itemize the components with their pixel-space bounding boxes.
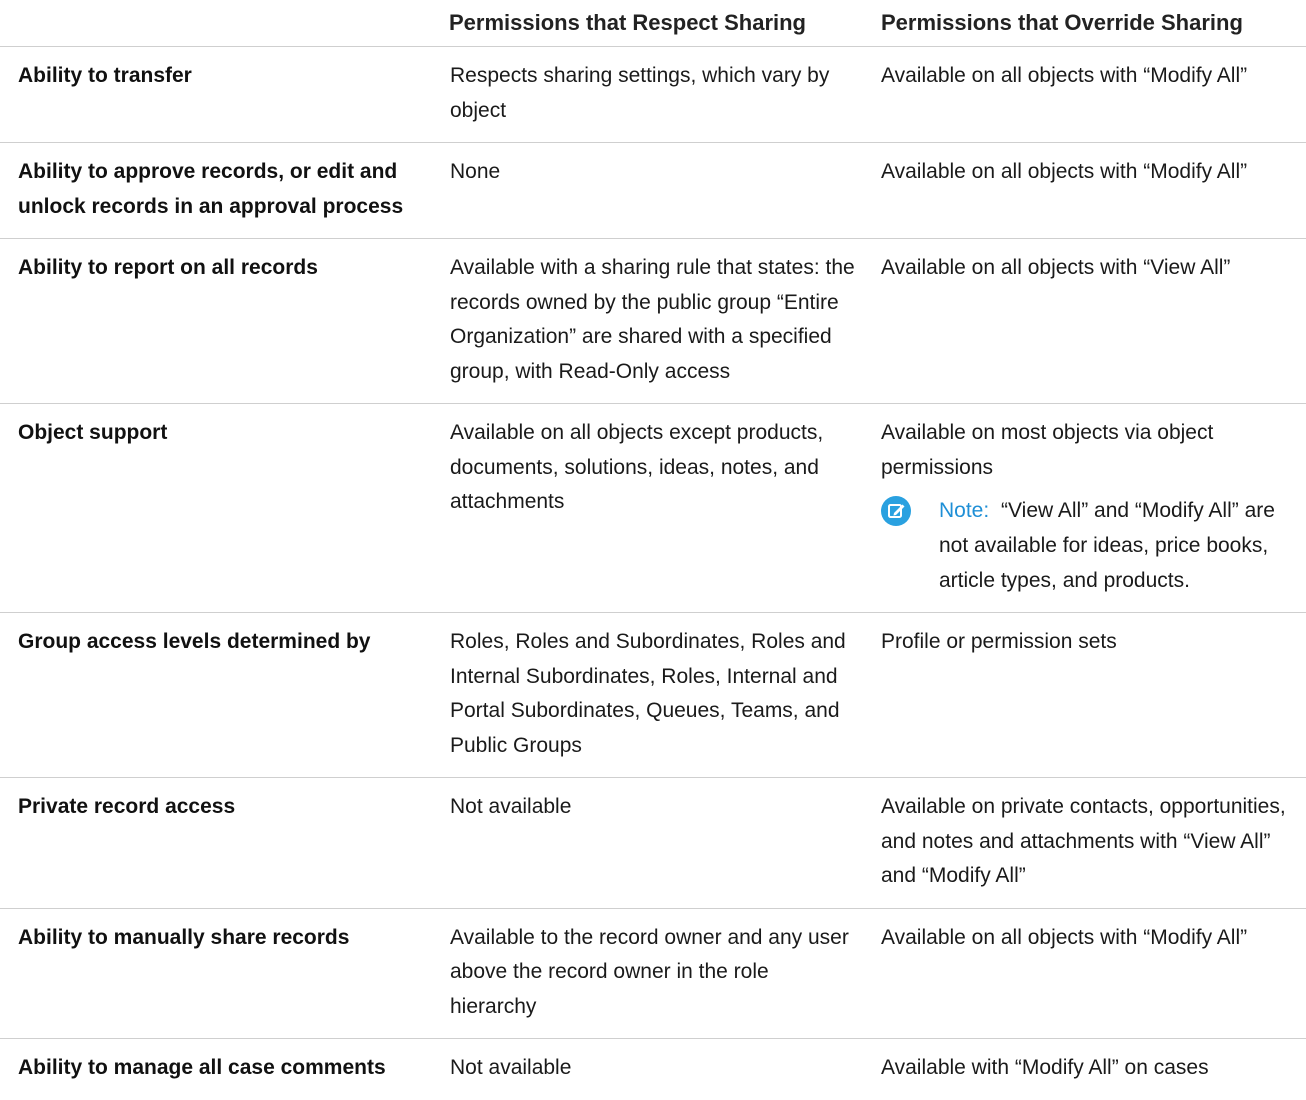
permissions-comparison-table: Permissions that Respect Sharing Permiss… bbox=[0, 0, 1306, 1100]
row-feature: Group access levels determined by bbox=[0, 612, 432, 778]
row-respect: Available to the record owner and any us… bbox=[432, 908, 864, 1039]
row-override: Available on most objects via object per… bbox=[881, 421, 1214, 479]
row-feature: Object support bbox=[0, 403, 432, 613]
table-row: Ability to manage all case comments Not … bbox=[0, 1039, 1306, 1100]
row-feature: Ability to approve records, or edit and … bbox=[0, 142, 432, 239]
row-override: Available on all objects with “View All” bbox=[864, 238, 1306, 404]
row-feature: Ability to manually share records bbox=[0, 908, 432, 1039]
note-text: “View All” and “Modify All” are not avai… bbox=[939, 499, 1275, 592]
row-feature: Ability to transfer bbox=[0, 46, 432, 143]
row-respect: None bbox=[432, 142, 864, 239]
header-respect-sharing: Permissions that Respect Sharing bbox=[432, 0, 864, 47]
row-feature: Private record access bbox=[0, 777, 432, 909]
row-override: Available on all objects with “Modify Al… bbox=[864, 46, 1306, 143]
table-row: Private record access Not available Avai… bbox=[0, 777, 1306, 909]
table-row: Group access levels determined by Roles,… bbox=[0, 612, 1306, 778]
table-row: Ability to transfer Respects sharing set… bbox=[0, 46, 1306, 143]
table-row: Object support Available on all objects … bbox=[0, 403, 1306, 613]
row-respect: Available with a sharing rule that state… bbox=[432, 238, 864, 404]
row-feature: Ability to report on all records bbox=[0, 238, 432, 404]
table-body: Ability to transfer Respects sharing set… bbox=[0, 46, 1306, 1100]
row-respect: Not available bbox=[450, 1056, 572, 1079]
row-respect: Not available bbox=[432, 777, 864, 909]
row-override: Profile or permission sets bbox=[864, 612, 1306, 778]
table-row: Ability to report on all records Availab… bbox=[0, 238, 1306, 404]
table-header: Permissions that Respect Sharing Permiss… bbox=[0, 0, 1306, 47]
row-override: Available on all objects with “Modify Al… bbox=[864, 142, 1306, 239]
note-label: Note: bbox=[939, 499, 990, 522]
row-override: Available with “Modify All” on cases bbox=[881, 1056, 1209, 1079]
header-feature bbox=[0, 0, 432, 47]
edit-note-icon bbox=[881, 496, 911, 526]
row-override-cell: Available on most objects via object per… bbox=[864, 403, 1306, 613]
row-feature: Ability to manage all case comments bbox=[18, 1056, 386, 1079]
row-respect: Available on all objects except products… bbox=[432, 403, 864, 613]
row-respect: Roles, Roles and Subordinates, Roles and… bbox=[432, 612, 864, 778]
row-override: Available on private contacts, opportuni… bbox=[864, 777, 1306, 909]
table-row: Ability to approve records, or edit and … bbox=[0, 142, 1306, 239]
table-row: Ability to manually share records Availa… bbox=[0, 908, 1306, 1039]
row-respect: Respects sharing settings, which vary by… bbox=[432, 46, 864, 143]
row-override: Available on all objects with “Modify Al… bbox=[864, 908, 1306, 1039]
note-callout: Note: “View All” and “Modify All” are no… bbox=[881, 493, 1302, 598]
header-row: Permissions that Respect Sharing Permiss… bbox=[0, 0, 1306, 47]
header-override-sharing: Permissions that Override Sharing bbox=[864, 0, 1306, 47]
